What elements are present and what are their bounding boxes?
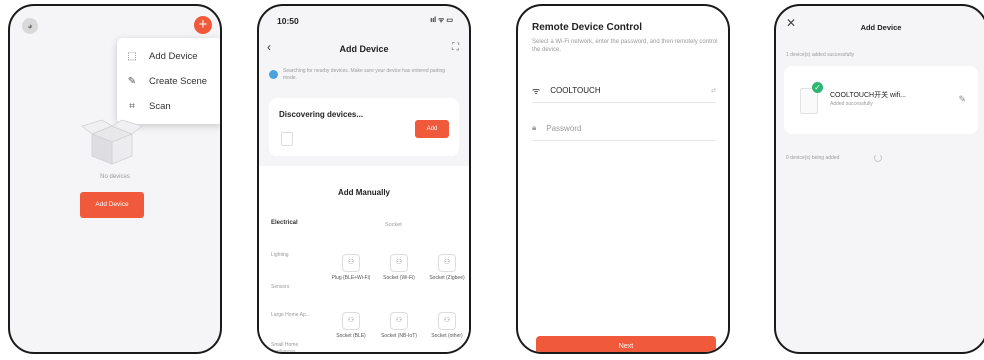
password-field[interactable]: 🔒︎ Password: [532, 116, 716, 141]
device-tile[interactable]: ⚇ Socket (NB-IoT): [375, 312, 423, 340]
being-added-label: 0 device(s) being added: [786, 155, 840, 161]
menu-item-create-scene[interactable]: ✎ Create Scene: [125, 71, 207, 91]
avatar[interactable]: ◕: [22, 18, 38, 34]
plug-icon: ⚇: [438, 312, 456, 330]
add-manually-panel: Add Manually Electrical Lighting Sensors…: [259, 166, 469, 352]
category-large-home[interactable]: Large Home Ap...: [271, 312, 311, 319]
home-screen: ◕ + ⬚ Add Device ✎ Create Scene ⌗ Scan N…: [8, 4, 222, 354]
device-tile-label: Socket (NB-IoT): [381, 333, 417, 339]
page-title: Add Device: [339, 44, 389, 54]
wifi-setup-screen: Remote Device Control Select a Wi-Fi net…: [516, 4, 730, 354]
discovering-card: Discovering devices... Add: [269, 98, 459, 156]
empty-box-illustration: [81, 119, 143, 165]
success-check-icon: ✓: [812, 82, 823, 93]
device-tile[interactable]: ⚇ Plug (BLE+Wi-Fi): [327, 254, 375, 282]
menu-item-label: Scan: [149, 100, 171, 112]
plug-icon: ⚇: [390, 312, 408, 330]
menu-item-label: Create Scene: [149, 75, 208, 87]
scan-icon[interactable]: ⛶: [452, 42, 459, 53]
monitor-icon: ⬚: [127, 50, 137, 62]
device-tile-label: Plug (BLE+Wi-Fi): [331, 275, 371, 281]
device-tile[interactable]: ⚇ Socket (Wi-Fi): [375, 254, 423, 282]
search-notice: Searching for nearby devices. Make sure …: [283, 68, 446, 81]
wifi-switch-icon[interactable]: ⇄: [711, 87, 716, 94]
add-device-screen: 10:50 ııl ᯤ ▭ ‹ Add Device ⛶ Searching f…: [257, 4, 471, 354]
menu-item-add-device[interactable]: ⬚ Add Device: [125, 46, 198, 66]
add-plus-button[interactable]: +: [194, 16, 212, 34]
empty-label: No devices: [100, 174, 130, 180]
wifi-icon: ᯤ: [532, 85, 541, 96]
edit-icon: ✎: [127, 75, 137, 87]
device-card[interactable]: ✓ COOLTOUCH开关 wifi... Added successfully…: [784, 66, 978, 134]
password-input[interactable]: Password: [546, 124, 581, 133]
page-subtitle: Select a Wi-Fi network, enter the passwo…: [532, 39, 718, 53]
menu-item-scan[interactable]: ⌗ Scan: [125, 96, 171, 116]
category-sensors[interactable]: Sensors: [271, 284, 289, 291]
page-title: Remote Device Control: [532, 22, 643, 33]
status-time: 10:50: [277, 16, 299, 26]
category-small-home[interactable]: Small Home Appliances: [271, 342, 315, 352]
plug-icon: ⚇: [342, 254, 360, 272]
plug-icon: ⚇: [438, 254, 456, 272]
device-placeholder-icon: [281, 132, 293, 146]
add-menu: ⬚ Add Device ✎ Create Scene ⌗ Scan: [117, 38, 220, 124]
lock-icon: 🔒︎: [532, 123, 537, 132]
add-result-screen: ✕ Add Device 1 device(s) added successfu…: [774, 4, 984, 354]
add-manually-title: Add Manually: [337, 188, 390, 197]
next-button[interactable]: Next: [536, 336, 716, 352]
device-name: COOLTOUCH开关 wifi...: [830, 92, 906, 99]
page-title: Add Device: [860, 23, 902, 32]
section-label: Socket: [385, 222, 402, 228]
device-tile-label: Socket (Zigbee): [429, 275, 465, 281]
plug-icon: ⚇: [342, 312, 360, 330]
device-tile[interactable]: ⚇ Socket (BLE): [327, 312, 375, 340]
device-tile-label: Socket (other): [431, 333, 463, 339]
device-tile[interactable]: ⚇ Socket (Zigbee): [423, 254, 469, 282]
scan-icon: ⌗: [129, 100, 135, 112]
menu-item-label: Add Device: [149, 50, 198, 62]
status-icons: ııl ᯤ ▭: [430, 17, 453, 24]
category-lighting[interactable]: Lighting: [271, 252, 289, 259]
device-tile[interactable]: ⚇ Socket (other): [423, 312, 469, 340]
device-tile-label: Socket (BLE): [336, 333, 366, 339]
add-device-button[interactable]: Add Device: [80, 192, 144, 218]
discovering-title: Discovering devices...: [279, 110, 364, 119]
wifi-name: COOLTOUCH: [550, 85, 601, 95]
bluetooth-icon: [269, 70, 278, 79]
category-electrical[interactable]: Electrical: [271, 220, 298, 227]
added-count-label: 1 device(s) added successfully: [786, 52, 855, 58]
device-tile-label: Socket (Wi-Fi): [383, 275, 415, 281]
plug-icon: ⚇: [390, 254, 408, 272]
edit-icon[interactable]: ✎: [958, 94, 966, 105]
loading-spinner-icon: [874, 154, 882, 162]
wifi-field[interactable]: ᯤ COOLTOUCH ⇄: [532, 78, 716, 103]
discovered-add-button[interactable]: Add: [415, 120, 449, 138]
device-status: Added successfully: [830, 101, 873, 107]
